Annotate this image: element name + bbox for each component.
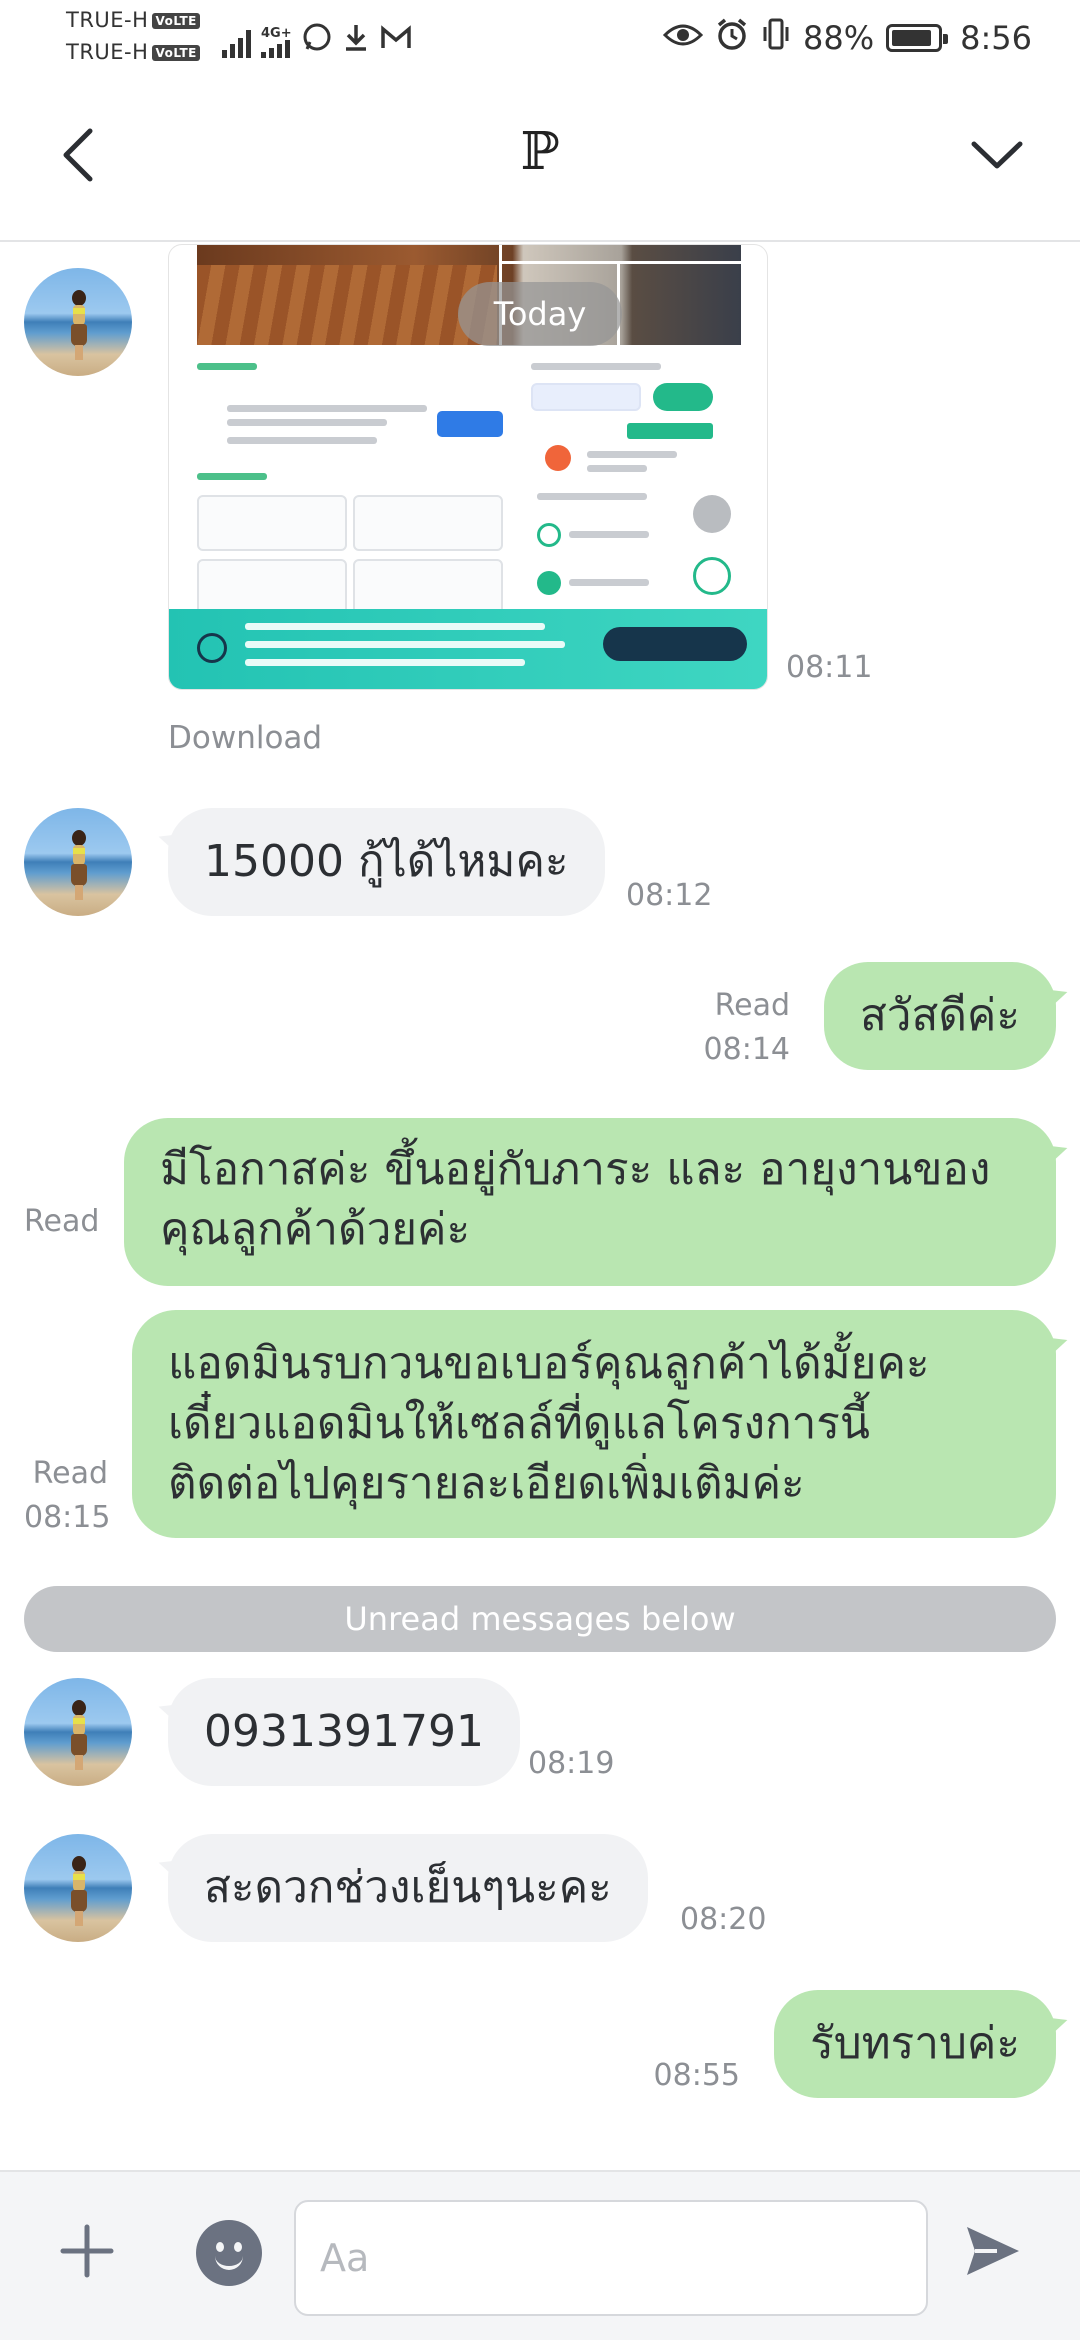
outgoing-message[interactable]: รับทราบค่ะ bbox=[774, 1990, 1056, 2098]
volte-badge-2: VoLTE bbox=[152, 45, 200, 61]
message-time: 08:20 bbox=[680, 1902, 767, 1937]
message-line: แอดมินรบกวนขอเบอร์คุณลูกค้าได้มั้ยคะ bbox=[168, 1338, 930, 1389]
network-type: 4G+ bbox=[261, 27, 292, 58]
expand-menu-button[interactable] bbox=[962, 120, 1032, 190]
status-right-icons: 88% 8:56 bbox=[662, 14, 1032, 62]
contact-avatar[interactable] bbox=[24, 1678, 132, 1786]
plus-icon bbox=[59, 2223, 115, 2283]
battery-fill bbox=[892, 30, 932, 46]
emoji-icon-eye bbox=[234, 2242, 242, 2252]
avatar-figure bbox=[70, 1700, 88, 1770]
outgoing-message[interactable]: แอดมินรบกวนขอเบอร์คุณลูกค้าได้มั้ยคะ เดี… bbox=[132, 1310, 1056, 1538]
download-link[interactable]: Download bbox=[168, 720, 322, 756]
unread-divider: Unread messages below bbox=[24, 1586, 1056, 1652]
message-time: 08:12 bbox=[626, 878, 713, 913]
message-time: 08:55 bbox=[653, 2058, 740, 2093]
message-line: มีโอกาสค่ะ ขึ้นอยู่กับภาระ และ อายุงานขอ… bbox=[160, 1144, 991, 1195]
message-input[interactable] bbox=[294, 2200, 928, 2316]
date-divider: Today bbox=[458, 282, 622, 346]
contact-avatar[interactable] bbox=[24, 1834, 132, 1942]
compose-bar bbox=[0, 2170, 1080, 2340]
avatar-figure bbox=[70, 290, 88, 360]
whatsapp-icon bbox=[302, 22, 332, 58]
incoming-message[interactable]: 0931391791 bbox=[168, 1678, 520, 1786]
signal-icon-2 bbox=[261, 40, 290, 58]
status-left-icons: 4G+ bbox=[222, 18, 412, 58]
message-line: คุณลูกค้าด้วยค่ะ bbox=[160, 1204, 471, 1255]
battery-icon bbox=[886, 24, 949, 52]
avatar-figure bbox=[70, 830, 88, 900]
carrier-label-2: TRUE-H VoLTE bbox=[66, 40, 200, 64]
message-line: ติดต่อไปคุยรายละเอียดเพิ่มเติมค่ะ bbox=[168, 1458, 805, 1509]
outgoing-message[interactable]: สวัสดีค่ะ bbox=[823, 962, 1056, 1070]
volte-badge: VoLTE bbox=[152, 13, 200, 29]
carrier-label-1: TRUE-H VoLTE bbox=[66, 8, 200, 32]
read-label: Read bbox=[32, 1456, 108, 1491]
message-time: 08:19 bbox=[528, 1746, 615, 1781]
send-button[interactable] bbox=[958, 2218, 1028, 2288]
chat-title[interactable]: ℙ bbox=[0, 122, 1080, 182]
outgoing-message[interactable]: มีโอกาสค่ะ ขึ้นอยู่กับภาระ และ อายุงานขอ… bbox=[124, 1118, 1056, 1286]
send-icon bbox=[963, 2223, 1023, 2283]
chat-header: ℙ bbox=[0, 80, 1080, 242]
listing-banner bbox=[169, 609, 767, 689]
read-label: Read bbox=[714, 988, 790, 1023]
network-type-label: 4G+ bbox=[261, 26, 292, 41]
incoming-message[interactable]: 15000 กู้ได้ไหมคะ bbox=[168, 808, 605, 916]
avatar-figure bbox=[70, 1856, 88, 1926]
emoji-icon-eye bbox=[216, 2242, 224, 2252]
download-icon bbox=[342, 22, 370, 58]
add-attachment-button[interactable] bbox=[52, 2218, 122, 2288]
gmail-icon bbox=[380, 24, 412, 58]
contact-avatar[interactable] bbox=[24, 808, 132, 916]
carrier-name-2: TRUE-H bbox=[66, 40, 149, 64]
message-time: 08:15 bbox=[24, 1500, 111, 1535]
signal-icon bbox=[222, 28, 251, 58]
battery-percent: 88% bbox=[803, 19, 875, 57]
vibrate-icon bbox=[761, 17, 791, 59]
incoming-message[interactable]: สะดวกช่วงเย็นๆนะคะ bbox=[168, 1834, 648, 1942]
contact-avatar[interactable] bbox=[24, 268, 132, 376]
read-receipt: Read 08:15 bbox=[24, 1452, 110, 1540]
read-receipt: Read 08:14 bbox=[704, 984, 790, 1072]
alarm-icon bbox=[715, 17, 749, 59]
smiley-icon bbox=[215, 2256, 243, 2270]
emoji-button[interactable] bbox=[196, 2220, 262, 2286]
message-list[interactable]: Today 08:11 Download 15000 กู้ได้ไหมคะ 0… bbox=[0, 244, 1080, 2170]
carrier-name-1: TRUE-H bbox=[66, 8, 149, 32]
chevron-down-icon bbox=[970, 138, 1024, 172]
message-time: 08:11 bbox=[786, 650, 873, 685]
listing-screenshot bbox=[197, 345, 741, 615]
eye-icon bbox=[662, 19, 704, 57]
status-bar: TRUE-H VoLTE TRUE-H VoLTE 4G+ 88% 8:56 bbox=[0, 0, 1080, 80]
read-label: Read bbox=[24, 1204, 100, 1239]
message-line: เดี๋ยวแอดมินให้เซลล์ที่ดูแลโครงการนี้ bbox=[168, 1398, 871, 1449]
message-time: 08:14 bbox=[703, 1032, 790, 1067]
clock: 8:56 bbox=[960, 19, 1032, 57]
